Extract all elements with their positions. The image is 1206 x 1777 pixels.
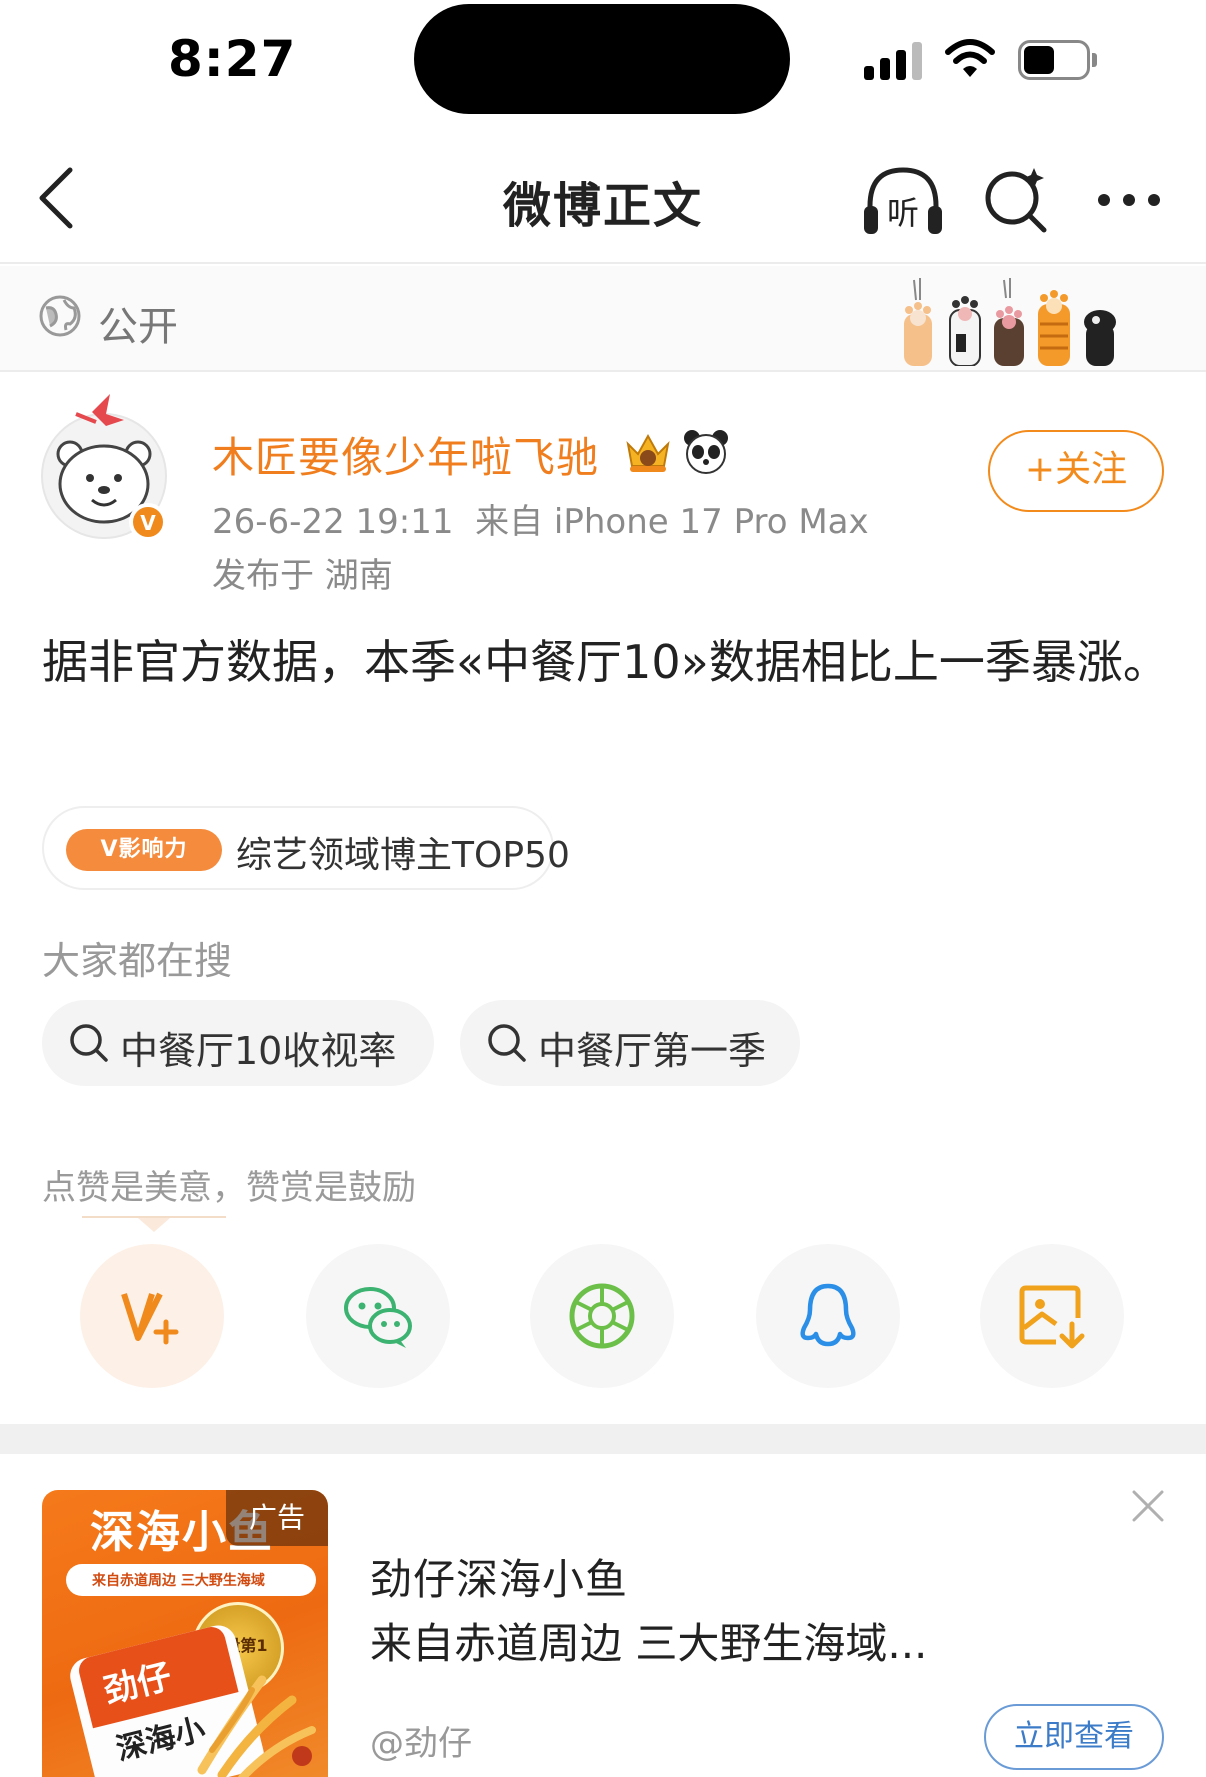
share-wechat-button[interactable] (306, 1244, 450, 1388)
share-moments-button[interactable] (530, 1244, 674, 1388)
ad-tag: 广告 (226, 1490, 328, 1546)
section-divider (0, 1424, 1206, 1454)
globe-icon (39, 295, 81, 337)
search-icon (488, 1024, 526, 1062)
share-qq-button[interactable] (756, 1244, 900, 1388)
dynamic-island (414, 4, 790, 114)
search-icon (70, 1024, 108, 1062)
save-image-icon (1019, 1285, 1085, 1349)
post-location: 发布于 湖南 (212, 556, 393, 596)
dried-fish-icon (197, 1675, 316, 1777)
reward-caret-icon (138, 1218, 170, 1232)
cat-paws-decoration-icon (904, 278, 1116, 366)
crown-badge-icon (626, 433, 670, 472)
post-meta: 26-6-22 19:11 来自 iPhone 17 Pro Max (212, 494, 869, 543)
user-name[interactable]: 木匠要像少年啦飞驰 (212, 424, 599, 485)
ad-ribbon-text: 来自赤道周边 三大野生海域 (92, 1573, 265, 1589)
battery-icon (1018, 40, 1098, 80)
view-now-button[interactable]: 立即查看 (984, 1704, 1164, 1770)
post-text: 据非官方数据，本季«中餐厅10»数据相比上一季暴涨。 (42, 635, 1169, 689)
reward-icon (121, 1292, 179, 1345)
influence-tag: V影响力 (66, 829, 222, 871)
trending-search-label: 中餐厅10收视率 (120, 1029, 397, 1073)
cellular-signal-icon (864, 42, 924, 80)
panda-badge-icon (684, 430, 728, 474)
trending-search-chip[interactable]: 中餐厅10收视率 (42, 1000, 434, 1086)
navigation-bar: 微博正文 听 (0, 140, 1206, 264)
status-bar: 8:27 (0, 0, 1206, 120)
visibility-row: 公开 (0, 266, 1206, 372)
verified-badge-icon: V (140, 511, 156, 535)
post-timestamp: 26-6-22 19:11 (212, 502, 454, 542)
follow-button[interactable]: +关注 (988, 430, 1164, 512)
reward-hint: 点赞是美意，赞赏是鼓励 (42, 1168, 416, 1208)
back-icon[interactable] (30, 160, 90, 236)
visibility-label: 公开 (98, 304, 178, 350)
ad-image[interactable]: 深海小鱼 广告 来自赤道周边 三大野生海域 销量第1 劲仔 深海小 (42, 1490, 328, 1777)
listen-label: 听 (887, 194, 919, 232)
ad-subtitle[interactable]: 来自赤道周边 三大野生海域... (370, 1610, 927, 1671)
page-title: 微博正文 (502, 178, 703, 234)
close-icon[interactable] (1130, 1488, 1166, 1524)
influence-badge[interactable]: V影响力 综艺领域博主TOP50 (42, 806, 570, 890)
moments-icon (569, 1283, 635, 1349)
avatar[interactable]: V (40, 392, 170, 542)
ad-source[interactable]: @劲仔 (370, 1716, 472, 1765)
status-time: 8:27 (168, 30, 297, 88)
more-icon[interactable] (1094, 180, 1164, 220)
qq-icon (800, 1283, 856, 1347)
save-image-button[interactable] (980, 1244, 1124, 1388)
wechat-icon (344, 1287, 412, 1348)
reward-button[interactable] (80, 1244, 224, 1388)
influence-text: 综艺领域博主TOP50 (236, 835, 570, 876)
trending-search-label: 中餐厅第一季 (538, 1029, 767, 1073)
ad-title[interactable]: 劲仔深海小鱼 (370, 1546, 628, 1607)
post-source: 来自 iPhone 17 Pro Max (475, 502, 869, 542)
wifi-icon (945, 39, 995, 77)
listen-icon[interactable]: 听 (860, 162, 946, 242)
search-icon[interactable] (982, 164, 1052, 234)
trending-title: 大家都在搜 (42, 939, 233, 983)
trending-search-chip[interactable]: 中餐厅第一季 (460, 1000, 800, 1086)
